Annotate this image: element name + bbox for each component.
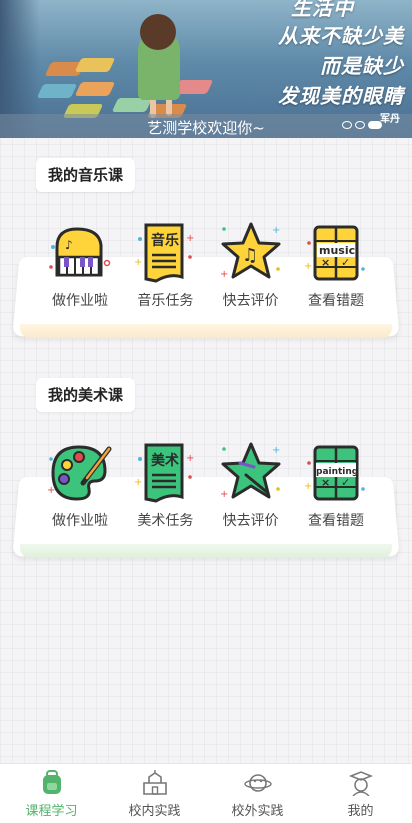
backpack-icon xyxy=(38,770,66,796)
music-section-title: 我的音乐课 xyxy=(36,158,135,192)
art-review-card[interactable]: + + 快去评价 xyxy=(211,440,291,530)
art-card-row: + 做作业啦 美术 + + 美术任务 + + 快去评价 painting × ✓… xyxy=(40,440,376,530)
banner-line-3: 而是缺少 xyxy=(320,50,404,79)
svg-text:+: + xyxy=(186,233,194,244)
svg-text:+: + xyxy=(272,445,280,456)
banner-tile xyxy=(75,58,116,72)
banner-tile xyxy=(75,82,116,96)
banner-watermark: 军丹 xyxy=(380,110,400,125)
svg-text:+: + xyxy=(220,269,228,280)
art-review-label: 快去评价 xyxy=(223,510,279,530)
svg-text:+: + xyxy=(134,257,142,268)
svg-text:+: + xyxy=(47,485,55,496)
music-homework-label: 做作业啦 xyxy=(52,290,108,310)
art-task-icon: 美术 + + xyxy=(130,440,200,506)
music-wrong-label: 查看错题 xyxy=(308,290,364,310)
art-star-icon: + + xyxy=(216,440,286,506)
svg-text:+: + xyxy=(304,261,312,272)
music-task-card[interactable]: 音乐 + + 音乐任务 xyxy=(125,220,205,310)
art-wrong-card[interactable]: painting × ✓ + 查看错题 xyxy=(296,440,376,530)
planet-icon xyxy=(244,770,272,796)
svg-text:✓: ✓ xyxy=(341,476,350,489)
svg-text:+: + xyxy=(220,489,228,500)
banner-dot[interactable] xyxy=(342,121,352,129)
music-task-icon-text: 音乐 xyxy=(151,232,179,249)
graduate-icon xyxy=(347,770,375,796)
tab-school-practice[interactable]: 校内实践 xyxy=(103,764,206,823)
tab-course-study[interactable]: 课程学习 xyxy=(0,764,103,823)
tab-outside-practice[interactable]: 校外实践 xyxy=(206,764,309,823)
banner-tile xyxy=(37,84,78,98)
tab-mine-label: 我的 xyxy=(347,800,373,819)
piano-icon: ♪ xyxy=(45,220,115,286)
art-section-title: 我的美术课 xyxy=(36,378,135,412)
music-task-label: 音乐任务 xyxy=(137,290,193,310)
banner-line-4: 发现美的眼睛 xyxy=(278,80,404,109)
svg-text:×: × xyxy=(321,256,330,269)
art-wrong-label: 查看错题 xyxy=(308,510,364,530)
tab-course-study-label: 课程学习 xyxy=(25,800,77,819)
banner-tile xyxy=(112,98,153,112)
music-wrong-icon: music × ✓ + xyxy=(301,220,371,286)
art-homework-card[interactable]: + 做作业啦 xyxy=(40,440,120,530)
art-task-label: 美术任务 xyxy=(137,510,193,530)
welcome-banner[interactable]: 生活中 从来不缺少美 而是缺少 发现美的眼睛 艺测学校欢迎你~ 军丹 xyxy=(0,0,412,138)
svg-text:+: + xyxy=(304,481,312,492)
svg-text:+: + xyxy=(272,225,280,236)
music-wrong-card[interactable]: music × ✓ + 查看错题 xyxy=(296,220,376,310)
art-homework-label: 做作业啦 xyxy=(52,510,108,530)
svg-text:✓: ✓ xyxy=(341,256,350,269)
banner-line-2: 从来不缺少美 xyxy=(278,20,404,49)
music-review-label: 快去评价 xyxy=(223,290,279,310)
svg-text:+: + xyxy=(134,477,142,488)
music-star-icon: ♫ + + xyxy=(216,220,286,286)
banner-dot[interactable] xyxy=(355,121,365,129)
bottom-tab-bar: 课程学习 校内实践 校外实践 我的 xyxy=(0,763,412,823)
music-task-icon: 音乐 + + xyxy=(130,220,200,286)
art-task-icon-text: 美术 xyxy=(151,452,179,469)
svg-text:+: + xyxy=(186,453,194,464)
tab-mine[interactable]: 我的 xyxy=(309,764,412,823)
palette-icon: + xyxy=(45,440,115,506)
svg-text:♪: ♪ xyxy=(65,238,73,252)
music-shelf-wave xyxy=(20,324,392,338)
music-homework-card[interactable]: ♪ 做作业啦 xyxy=(40,220,120,310)
art-wrong-icon: painting × ✓ + xyxy=(301,440,371,506)
tab-school-practice-label: 校内实践 xyxy=(128,800,180,819)
svg-text:♫: ♫ xyxy=(242,245,258,266)
svg-text:×: × xyxy=(321,476,330,489)
banner-girl-hair xyxy=(140,14,176,50)
banner-pagination[interactable] xyxy=(342,121,382,129)
tab-outside-practice-label: 校外实践 xyxy=(231,800,283,819)
art-shelf-wave xyxy=(20,544,392,558)
art-task-card[interactable]: 美术 + + 美术任务 xyxy=(125,440,205,530)
music-review-card[interactable]: ♫ + + 快去评价 xyxy=(211,220,291,310)
banner-line-1: 生活中 xyxy=(291,0,354,21)
music-card-row: ♪ 做作业啦 音乐 + + 音乐任务 ♫ + + 快去评价 music × ✓ … xyxy=(40,220,376,310)
school-icon xyxy=(141,770,169,796)
